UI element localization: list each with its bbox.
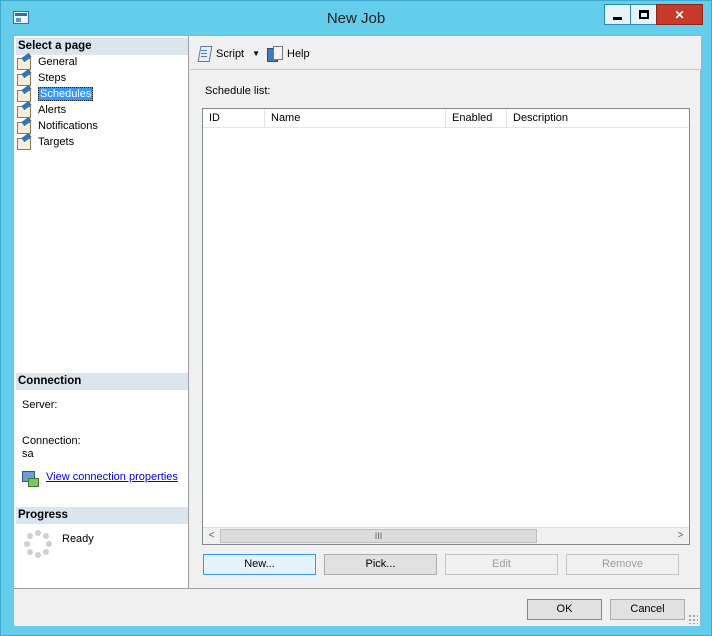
page-label: Targets — [38, 136, 75, 148]
scroll-right-icon[interactable]: > — [672, 528, 689, 544]
page-label: General — [38, 56, 78, 68]
page-icon — [16, 55, 32, 70]
column-header-id[interactable]: ID — [203, 109, 265, 128]
page-icon — [16, 71, 32, 86]
close-button[interactable]: ✕ — [656, 4, 703, 25]
view-connection-properties-link[interactable]: View connection properties — [46, 471, 178, 483]
connection-properties-icon — [22, 470, 39, 487]
column-header-enabled[interactable]: Enabled — [446, 109, 507, 128]
horizontal-scrollbar[interactable]: < III > — [203, 527, 689, 544]
ok-button[interactable]: OK — [527, 599, 602, 620]
dialog-button-bar: OK Cancel — [14, 588, 700, 626]
page-icon — [16, 135, 32, 150]
script-icon — [197, 46, 212, 61]
help-button[interactable]: Help — [267, 45, 310, 62]
new-button[interactable]: New... — [203, 554, 316, 575]
page-item-targets[interactable]: Targets — [16, 134, 74, 150]
page-item-alerts[interactable]: Alerts — [16, 102, 66, 118]
remove-button[interactable]: Remove — [566, 554, 679, 575]
column-header-description[interactable]: Description — [507, 109, 689, 128]
minimize-button[interactable] — [604, 4, 631, 25]
dropdown-arrow-icon[interactable]: ▼ — [252, 49, 260, 58]
minimize-icon — [613, 16, 622, 20]
page-label: Schedules — [38, 87, 94, 101]
page-item-schedules[interactable]: Schedules — [16, 86, 94, 102]
progress-status: Ready — [62, 533, 94, 545]
scroll-thumb[interactable]: III — [220, 529, 537, 543]
page-icon — [16, 103, 32, 118]
scroll-left-icon[interactable]: < — [203, 528, 220, 544]
script-button[interactable]: Script ▼ — [197, 45, 260, 62]
column-header-name[interactable]: Name — [265, 109, 446, 128]
new-job-window: New Job ✕ Select a page General Steps Sc — [0, 0, 712, 636]
connection-label: Connection: — [22, 435, 81, 447]
toolbar: Script ▼ Help — [190, 36, 701, 70]
help-icon — [267, 46, 283, 62]
page-icon — [16, 119, 32, 134]
page-label: Steps — [38, 72, 67, 84]
progress-header: Progress — [16, 507, 188, 524]
connection-header: Connection — [16, 373, 188, 390]
page-item-general[interactable]: General — [16, 54, 77, 70]
dialog-client-area: Select a page General Steps Schedules Al… — [13, 35, 701, 626]
page-icon — [16, 87, 32, 102]
page-item-steps[interactable]: Steps — [16, 70, 66, 86]
pick-button[interactable]: Pick... — [324, 554, 437, 575]
page-label: Notifications — [38, 120, 98, 132]
left-pane: Select a page General Steps Schedules Al… — [14, 36, 189, 588]
maximize-button[interactable] — [630, 4, 657, 25]
server-label: Server: — [22, 399, 58, 411]
title-bar[interactable]: New Job ✕ — [1, 1, 711, 35]
page-label: Alerts — [38, 104, 67, 116]
help-label: Help — [287, 47, 310, 60]
script-label: Script — [216, 47, 245, 60]
close-icon: ✕ — [674, 7, 685, 22]
maximize-icon — [638, 10, 649, 19]
resize-grip-icon[interactable] — [688, 614, 698, 624]
select-page-header: Select a page — [16, 38, 188, 55]
progress-spinner-icon — [24, 530, 52, 558]
schedule-list[interactable]: ID Name Enabled Description < III > — [202, 108, 690, 545]
edit-button[interactable]: Edit — [445, 554, 558, 575]
connection-value: sa — [22, 448, 34, 460]
schedule-list-label: Schedule list: — [205, 85, 271, 97]
list-header: ID Name Enabled Description — [203, 109, 689, 128]
cancel-button[interactable]: Cancel — [610, 599, 685, 620]
